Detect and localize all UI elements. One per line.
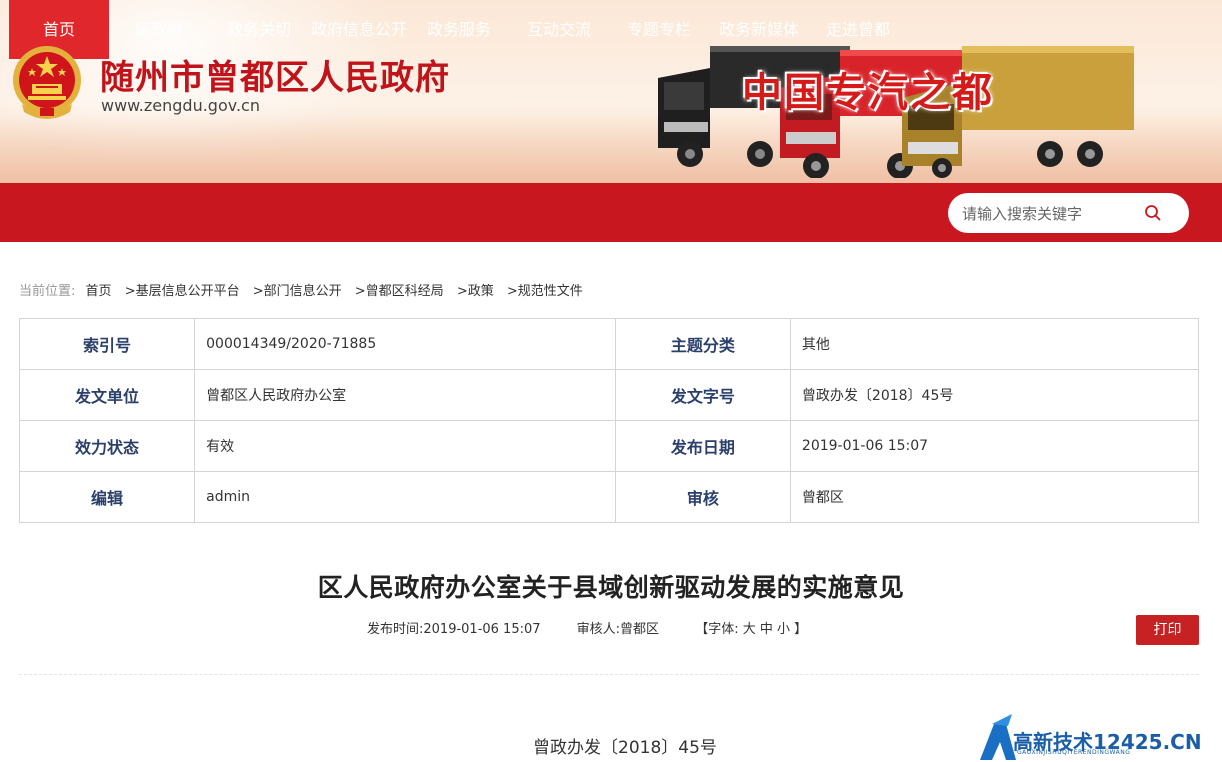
issuer-value: 曾都区人民政府办公室 xyxy=(194,369,616,421)
index-no-label: 索引号 xyxy=(18,318,196,370)
issuer-label: 发文单位 xyxy=(18,369,196,421)
publish-time: 发布时间:2019-01-06 15:07 xyxy=(367,622,541,637)
doc-code-label: 发文字号 xyxy=(614,369,791,421)
breadcrumb-item-home[interactable]: 首页 xyxy=(86,284,112,299)
search-icon[interactable] xyxy=(1143,203,1163,223)
reviewer-value: 曾都区 xyxy=(789,471,1200,523)
topic-value: 其他 xyxy=(789,318,1200,370)
status-label: 效力状态 xyxy=(18,420,196,472)
table-row: 编辑 admin 审核 曾都区 xyxy=(18,471,1200,523)
font-size-switcher[interactable]: 【字体: 大 中 小 】 xyxy=(695,622,807,637)
site-url: www.zengdu.gov.cn xyxy=(101,96,260,115)
nav-item-interaction[interactable]: 互动交流 xyxy=(516,0,602,59)
article-reviewer: 审核人:曾都区 xyxy=(576,622,660,637)
breadcrumb-item-policy[interactable]: >政策 xyxy=(457,284,494,299)
divider xyxy=(19,674,1199,675)
topic-label: 主题分类 xyxy=(614,318,791,370)
breadcrumb-item-platform[interactable]: >基层信息公开平台 xyxy=(125,284,240,299)
print-button[interactable]: 打印 xyxy=(1136,615,1199,645)
breadcrumb-item-normative-docs[interactable]: >规范性文件 xyxy=(507,284,583,299)
national-emblem-icon xyxy=(13,46,81,119)
breadcrumb-item-bureau[interactable]: >曾都区科经局 xyxy=(355,284,444,299)
table-row: 效力状态 有效 发布日期 2019-01-06 15:07 xyxy=(18,420,1200,472)
slogan-text: 中国专汽之都 xyxy=(742,69,994,116)
reviewer-label: 审核 xyxy=(614,471,791,523)
editor-label: 编辑 xyxy=(18,471,196,523)
watermark-subtext: GAOXINJISHUQIYERENDINGWANG xyxy=(1017,749,1131,756)
index-no-value: 000014349/2020-71885 xyxy=(194,318,616,370)
status-value: 有效 xyxy=(194,420,616,472)
breadcrumb-item-department[interactable]: >部门信息公开 xyxy=(253,284,342,299)
table-row: 索引号 000014349/2020-71885 主题分类 其他 xyxy=(18,318,1200,370)
search-input[interactable] xyxy=(960,193,1144,235)
editor-value: admin xyxy=(194,471,616,523)
table-row: 发文单位 曾都区人民政府办公室 发文字号 曾政办发〔2018〕45号 xyxy=(18,369,1200,421)
document-info-table: 索引号 000014349/2020-71885 主题分类 其他 发文单位 曾都… xyxy=(18,318,1200,523)
document-number: 曾政办发〔2018〕45号 xyxy=(533,738,717,758)
pub-date-value: 2019-01-06 15:07 xyxy=(789,420,1200,472)
site-title[interactable]: 随州市曾都区人民政府 xyxy=(100,50,450,99)
doc-code-value: 曾政办发〔2018〕45号 xyxy=(789,369,1200,421)
breadcrumb-lead: 当前位置: xyxy=(19,284,76,299)
article-meta: 发布时间:2019-01-06 15:07 审核人:曾都区 【字体: 大 中 小… xyxy=(367,618,807,637)
pub-date-label: 发布日期 xyxy=(614,420,791,472)
breadcrumb: 当前位置: 首页 >基层信息公开平台 >部门信息公开 >曾都区科经局 >政策 >… xyxy=(19,280,592,299)
article-title: 区人民政府办公室关于县域创新驱动发展的实施意见 xyxy=(317,573,905,602)
